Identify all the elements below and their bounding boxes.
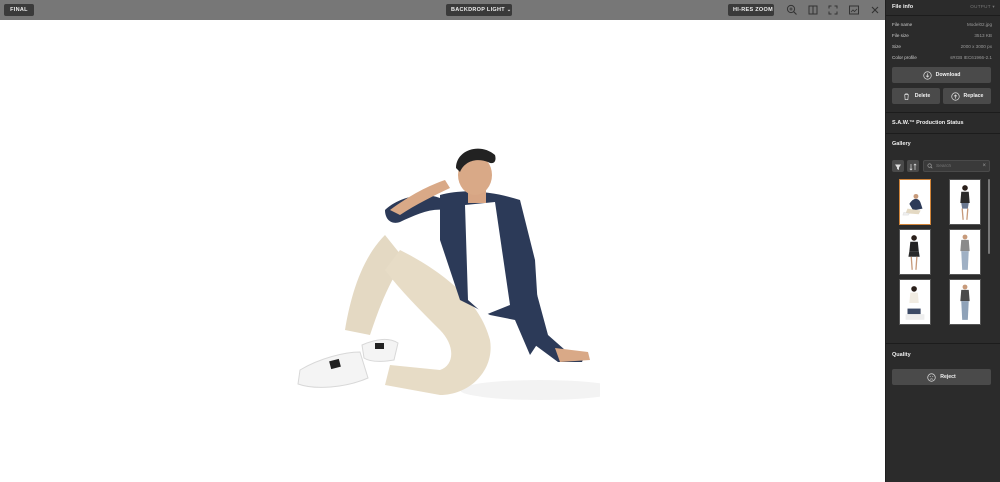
reject-label: Reject xyxy=(940,374,956,380)
product-image xyxy=(297,148,600,400)
image-canvas[interactable] xyxy=(0,20,885,482)
compare-split-icon[interactable] xyxy=(806,3,820,17)
side-panel: File info OUTPUT ▾ File name Model02.jpg… xyxy=(885,0,1000,482)
file-info-row: Color profile sRGB IEC61966-2.1 xyxy=(892,55,992,60)
row-label: Color profile xyxy=(892,55,917,60)
overlay-icon[interactable] xyxy=(847,3,861,17)
fullscreen-icon[interactable] xyxy=(826,3,840,17)
upload-icon xyxy=(950,91,960,101)
gallery-thumbnail[interactable] xyxy=(899,179,931,225)
clear-search-icon[interactable]: × xyxy=(982,163,986,169)
row-value: Model02.jpg xyxy=(966,22,992,27)
row-label: File name xyxy=(892,22,913,27)
download-label: Download xyxy=(935,72,961,78)
chevron-down-icon: ⌄ xyxy=(506,7,512,13)
row-value: 3513 KB xyxy=(974,33,992,38)
output-label: OUTPUT xyxy=(970,4,991,9)
file-info-title: File info xyxy=(892,4,914,10)
sort-button[interactable] xyxy=(907,160,919,172)
delete-label: Delete xyxy=(914,93,931,99)
gallery-scrollbar[interactable] xyxy=(988,179,990,254)
output-dropdown[interactable]: OUTPUT ▾ xyxy=(970,4,995,10)
file-info-row: File size 3513 KB xyxy=(892,33,992,38)
file-info-row: Size 2000 x 3000 px xyxy=(892,44,992,49)
gallery-title: Gallery xyxy=(892,141,911,147)
delete-button[interactable]: Delete xyxy=(892,88,940,104)
divider xyxy=(886,15,1000,16)
row-label: File size xyxy=(892,33,909,38)
gallery-thumbnail[interactable] xyxy=(949,179,981,225)
trash-icon xyxy=(903,92,909,100)
filter-icon xyxy=(895,164,901,170)
close-icon[interactable] xyxy=(868,3,882,17)
hi-res-zoom-button[interactable]: HI-RES ZOOM xyxy=(728,4,774,16)
divider xyxy=(886,133,1000,134)
reject-button[interactable]: Reject xyxy=(892,369,991,385)
download-button[interactable]: Download xyxy=(892,67,991,83)
backdrop-label: BACKDROP LIGHT xyxy=(451,7,505,13)
final-label: FINAL xyxy=(10,7,28,13)
gallery-thumbnail[interactable] xyxy=(899,229,931,275)
replace-button[interactable]: Replace xyxy=(943,88,991,104)
search-icon xyxy=(927,163,933,169)
divider xyxy=(886,112,1000,113)
gallery-thumbnail[interactable] xyxy=(949,229,981,275)
backdrop-dropdown[interactable]: BACKDROP LIGHT ⌄ xyxy=(446,4,512,16)
sort-icon xyxy=(909,163,917,171)
row-value: 2000 x 3000 px xyxy=(960,44,992,49)
gallery-thumbnail[interactable] xyxy=(949,279,981,325)
hi-res-zoom-label: HI-RES ZOOM xyxy=(733,7,773,13)
gallery-thumbnail[interactable] xyxy=(899,279,931,325)
zoom-icon[interactable] xyxy=(785,3,799,17)
frown-icon xyxy=(927,372,936,382)
file-info-row: File name Model02.jpg xyxy=(892,22,992,27)
filter-button[interactable] xyxy=(892,160,904,172)
top-toolbar: FINAL BACKDROP LIGHT ⌄ HI-RES ZOOM xyxy=(0,0,885,20)
row-label: Size xyxy=(892,44,901,49)
replace-label: Replace xyxy=(963,93,984,99)
file-info-rows: File name Model02.jpg File size 3513 KB … xyxy=(892,22,992,60)
download-icon xyxy=(922,70,932,80)
production-status-title[interactable]: S.A.W.™ Production Status xyxy=(892,120,964,126)
row-value: sRGB IEC61966-2.1 xyxy=(950,55,992,60)
final-toggle-button[interactable]: FINAL xyxy=(4,4,34,16)
divider xyxy=(886,343,1000,344)
quality-title: Quality xyxy=(892,352,911,358)
search-input[interactable] xyxy=(936,163,980,169)
gallery-search-field[interactable]: × xyxy=(923,160,990,172)
